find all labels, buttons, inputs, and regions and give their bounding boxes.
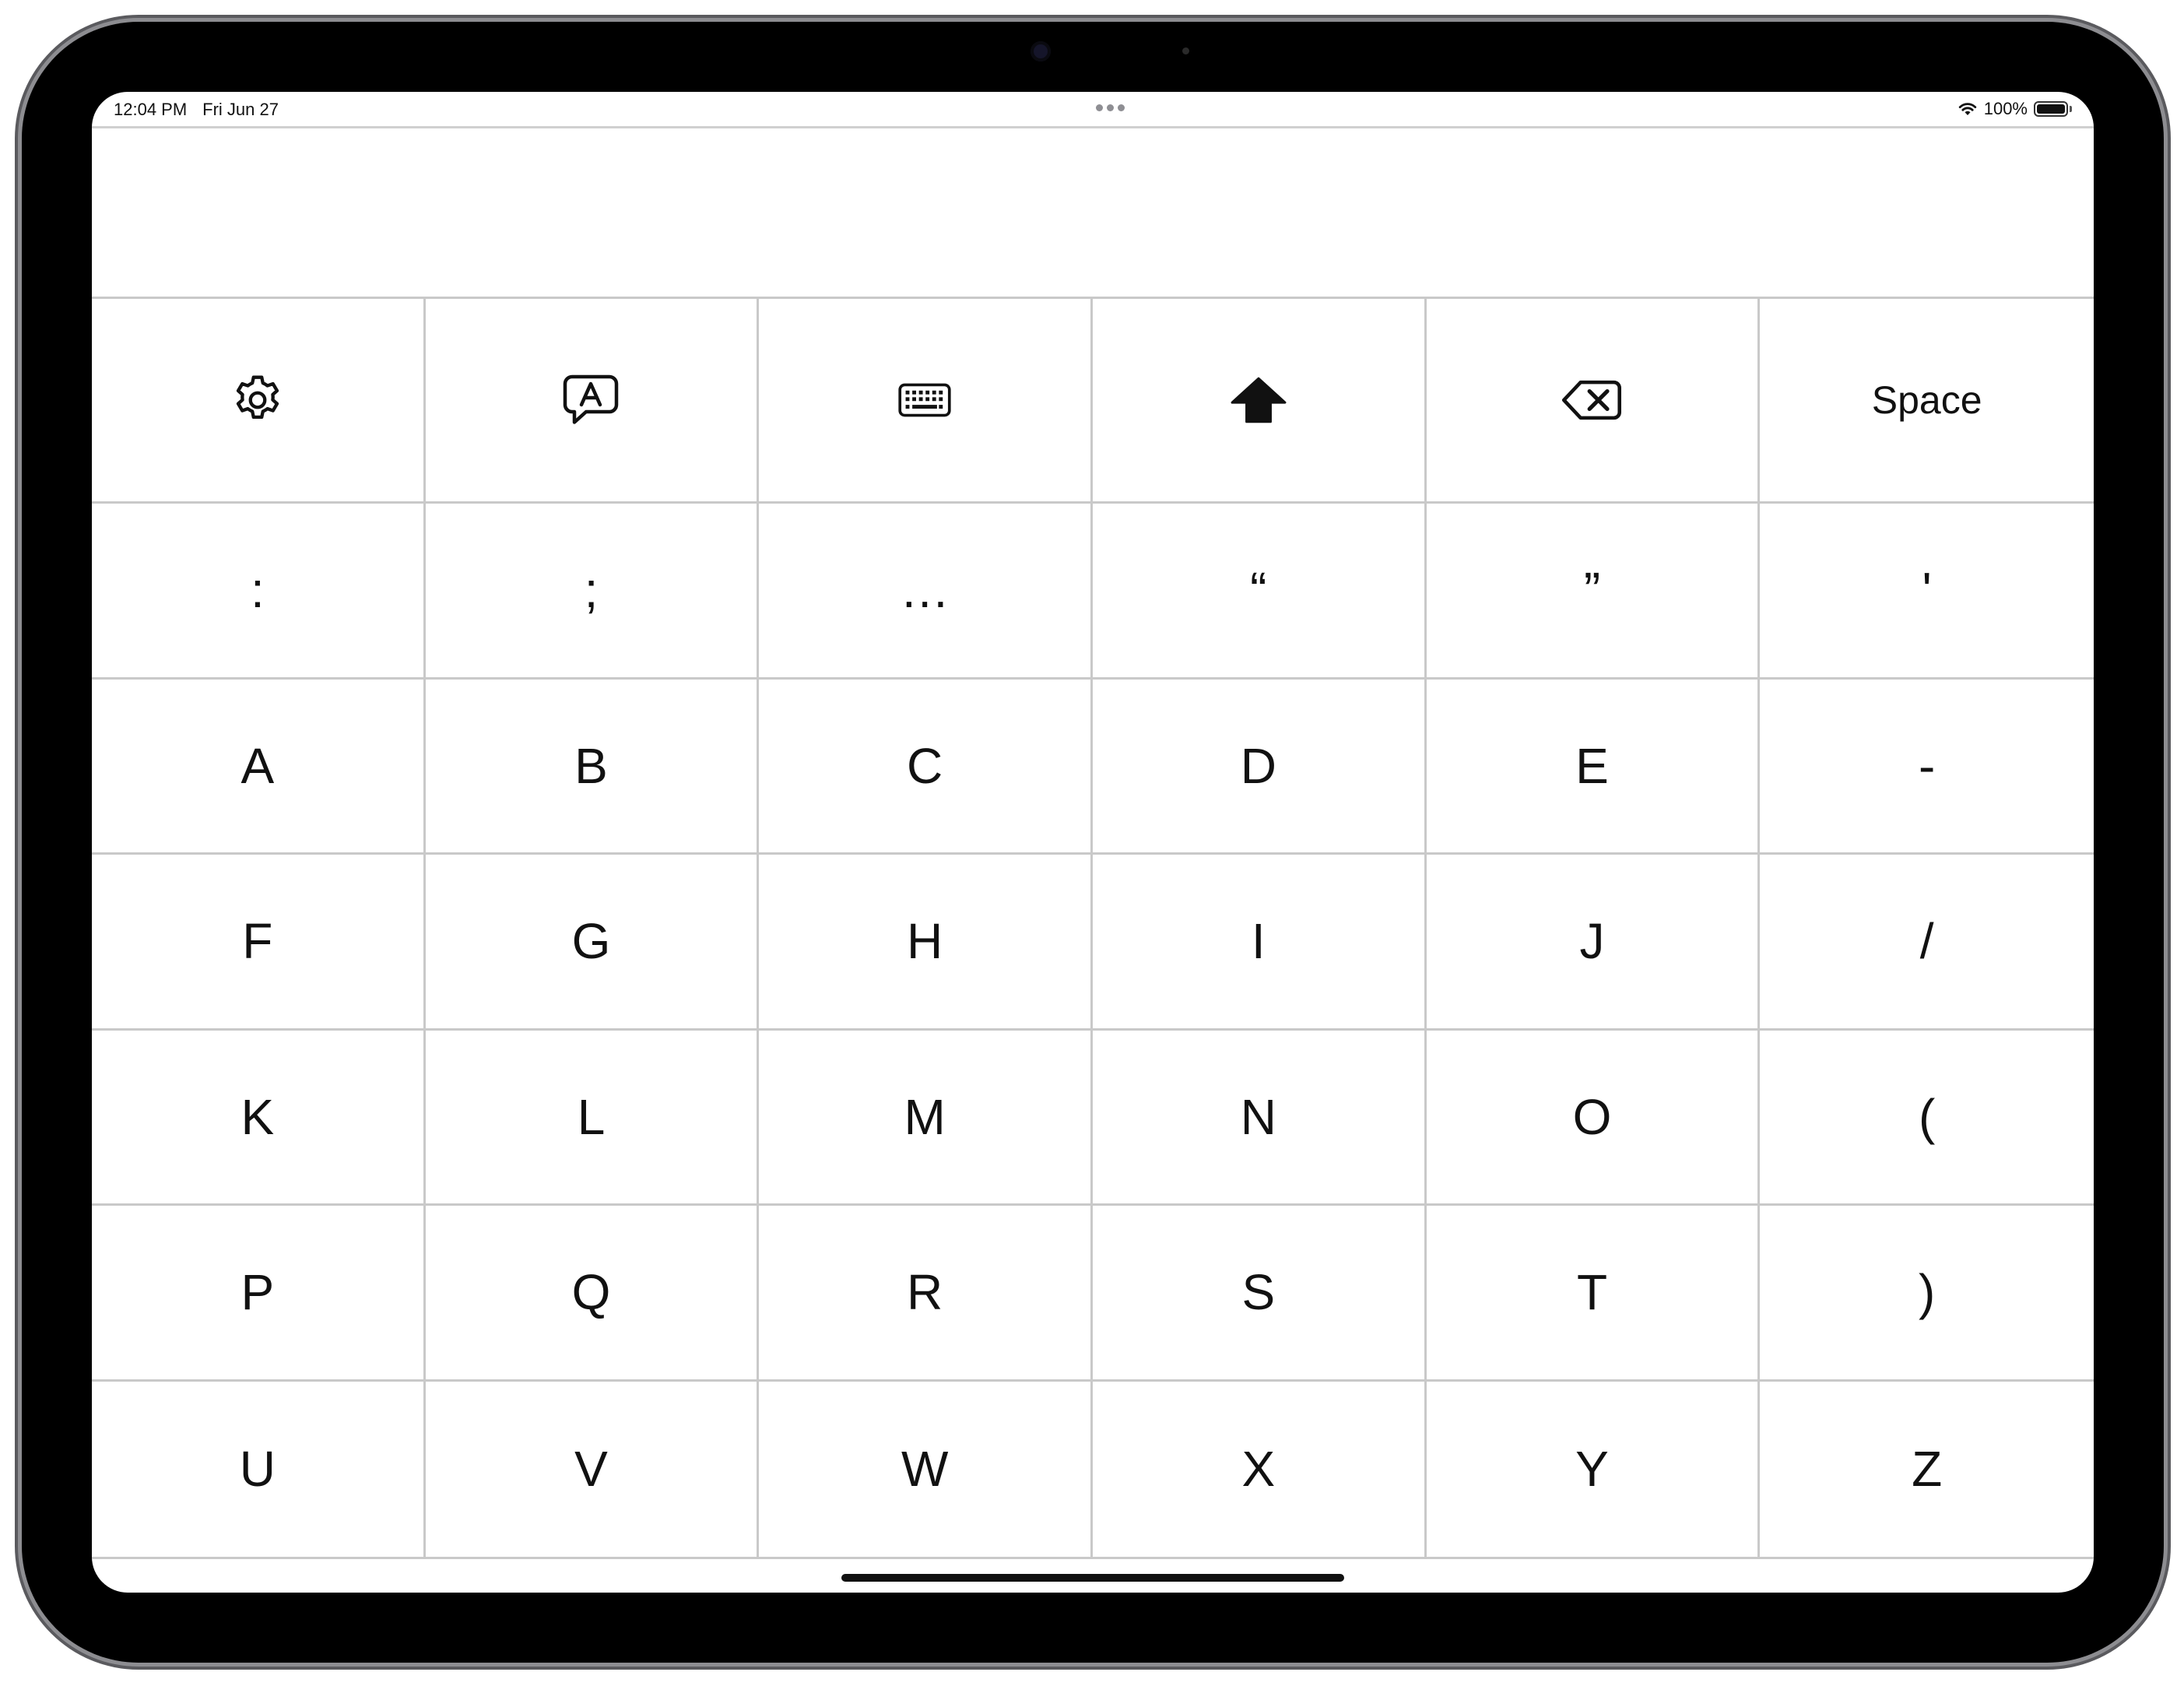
space-button[interactable]: Space [1760, 299, 2094, 504]
letter-key[interactable]: N [1092, 1030, 1427, 1206]
punctuation-key[interactable]: ' [1760, 504, 2094, 680]
speak-button[interactable] [425, 299, 760, 504]
letter-key[interactable]: / [1760, 855, 2094, 1031]
status-date: Fri Jun 27 [202, 100, 279, 119]
front-camera [1031, 41, 1051, 61]
letter-key[interactable]: S [1092, 1206, 1427, 1382]
status-right: 100% [1958, 99, 2072, 119]
status-bar: 12:04 PM Fri Jun 27 100% [92, 92, 2094, 128]
battery-fill [2037, 104, 2065, 114]
settings-button[interactable] [92, 299, 426, 504]
letter-key[interactable]: W [759, 1381, 1093, 1557]
letter-key[interactable]: T [1426, 1206, 1761, 1382]
screen: 12:04 PM Fri Jun 27 100% Space: ; … “ ”… [92, 92, 2094, 1593]
letter-key[interactable]: V [425, 1381, 760, 1557]
ipad-device-frame: 12:04 PM Fri Jun 27 100% Space: ; … “ ”… [22, 22, 2164, 1663]
shift-button[interactable] [1092, 299, 1427, 504]
battery-cap [2070, 106, 2072, 112]
letter-key[interactable]: E [1426, 679, 1761, 855]
wifi-icon [1958, 103, 1976, 115]
letter-key[interactable]: O [1426, 1030, 1761, 1206]
multitasking-dots-icon[interactable] [1096, 104, 1125, 111]
text-output-field[interactable] [92, 128, 2094, 297]
letter-key[interactable]: J [1426, 855, 1761, 1031]
letter-key[interactable]: R [759, 1206, 1093, 1382]
delete-backward-icon [1562, 380, 1622, 420]
battery-icon [2034, 101, 2068, 117]
letter-key[interactable]: C [759, 679, 1093, 855]
speech-bubble-a-icon [564, 374, 619, 424]
letter-key[interactable]: G [425, 855, 760, 1031]
punctuation-key[interactable]: : [92, 504, 426, 680]
status-left: 12:04 PM Fri Jun 27 [114, 100, 279, 120]
letter-key[interactable]: U [92, 1381, 426, 1557]
letter-key[interactable]: Z [1760, 1381, 2094, 1557]
letter-key[interactable]: - [1760, 679, 2094, 855]
letter-key[interactable]: H [759, 855, 1093, 1031]
letter-key[interactable]: A [92, 679, 426, 855]
letter-key[interactable]: ( [1760, 1030, 2094, 1206]
ambient-light-sensor [1182, 47, 1189, 54]
battery-percent: 100% [1983, 99, 2028, 118]
letter-key[interactable]: P [92, 1206, 426, 1382]
letter-key[interactable]: K [92, 1030, 426, 1206]
letter-key[interactable]: D [1092, 679, 1427, 855]
status-time: 12:04 PM [114, 100, 188, 119]
home-indicator[interactable] [841, 1574, 1344, 1582]
letter-key[interactable]: I [1092, 855, 1427, 1031]
punctuation-key[interactable]: … [759, 504, 1093, 680]
keyboard-button[interactable] [759, 299, 1093, 504]
letter-key[interactable]: ) [1760, 1206, 2094, 1382]
letter-key[interactable]: M [759, 1030, 1093, 1206]
letter-key[interactable]: Y [1426, 1381, 1761, 1557]
letter-key[interactable]: B [425, 679, 760, 855]
keyboard-icon [898, 383, 951, 417]
punctuation-key[interactable]: “ [1092, 504, 1427, 680]
letter-key[interactable]: L [425, 1030, 760, 1206]
letter-key[interactable]: Q [425, 1206, 760, 1382]
gear-icon [236, 375, 279, 420]
shift-arrow-icon [1231, 377, 1287, 423]
keyboard-grid: Space :;… “” ' A B C D E - F G H I J / K L M N O( P Q R S T) U V W X… [92, 297, 2094, 1559]
letter-key[interactable]: X [1092, 1381, 1427, 1557]
punctuation-key[interactable]: ; [425, 504, 760, 680]
punctuation-key[interactable]: ” [1426, 504, 1761, 680]
letter-key[interactable]: F [92, 855, 426, 1031]
delete-button[interactable] [1426, 299, 1761, 504]
